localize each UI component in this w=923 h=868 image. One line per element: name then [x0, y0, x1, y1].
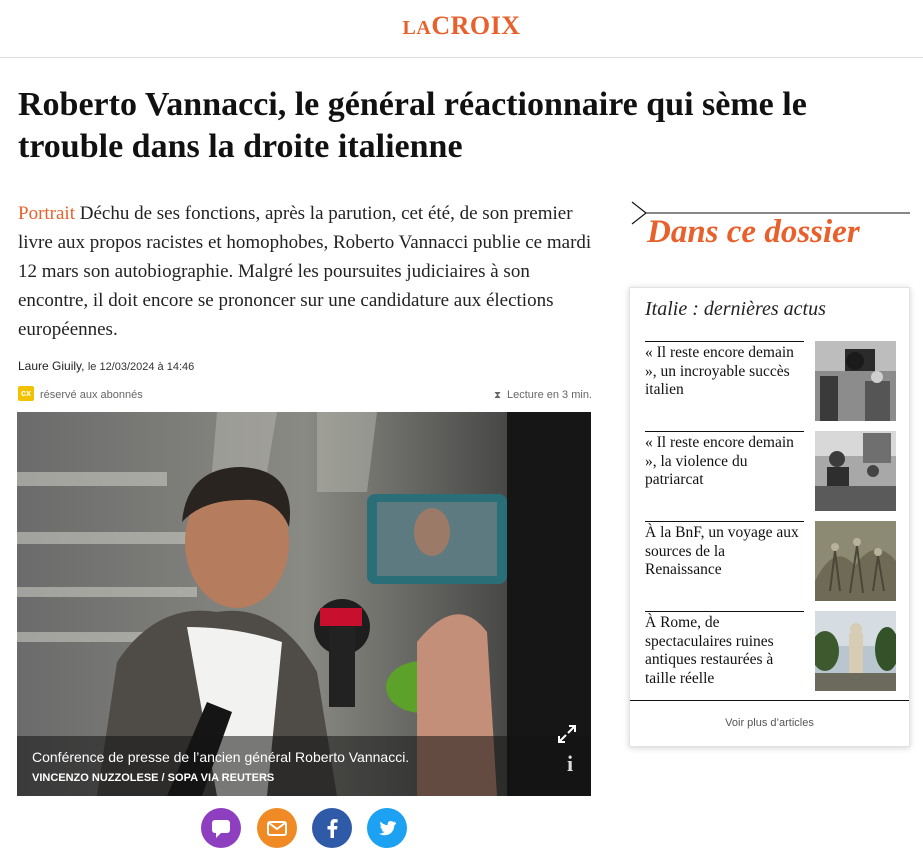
related-articles-card: Italie : dernières actus « Il reste enco… [629, 287, 910, 747]
related-item-title[interactable]: À Rome, de spectaculaires ruines antique… [645, 614, 804, 688]
photo-caption: Conférence de presse de l’ancien général… [32, 749, 410, 765]
related-item[interactable]: À Rome, de spectaculaires ruines antique… [645, 611, 901, 691]
related-item-thumbnail[interactable] [815, 521, 896, 601]
caption-band [17, 736, 591, 796]
twitter-bird-icon [379, 821, 396, 836]
author-name[interactable]: Laure Giuily, [18, 359, 84, 373]
subscriber-badge-icon: cx [18, 386, 34, 401]
see-more-link[interactable]: Voir plus d’articles [630, 717, 909, 729]
related-item-thumbnail[interactable] [815, 341, 896, 421]
facebook-icon [327, 819, 338, 838]
item-divider [645, 341, 804, 342]
email-icon [267, 821, 287, 836]
article-meta: cx réservé aux abonnés ⧗ Lecture en 3 min… [18, 386, 592, 404]
related-item[interactable]: À la BnF, un voyage aux sources de la Re… [645, 521, 901, 601]
la-croix-logo[interactable]: LACROIX [0, 11, 923, 41]
related-item[interactable]: « Il reste encore demain », la violence … [645, 431, 901, 511]
related-item-thumbnail[interactable] [815, 431, 896, 511]
publish-date: le 12/03/2024 à 14:46 [87, 361, 195, 373]
email-share-button[interactable] [257, 808, 297, 848]
comment-icon [212, 820, 230, 838]
facebook-share-button[interactable] [312, 808, 352, 848]
article-title: Roberto Vannacci, le général réactionnai… [18, 86, 807, 165]
lead-text: Déchu de ses fonctions, après la parutio… [18, 203, 592, 340]
site-header: LACROIX [0, 0, 923, 58]
dossier-title: Dans ce dossier [647, 214, 860, 250]
related-item-thumbnail[interactable] [815, 611, 896, 691]
related-item[interactable]: « Il reste encore demain », un incroyabl… [645, 341, 901, 421]
related-item-title[interactable]: À la BnF, un voyage aux sources de la Re… [645, 524, 804, 580]
hourglass-icon: ⧗ [493, 390, 501, 401]
item-divider [645, 431, 804, 432]
photo-credit: VINCENZO NUZZOLESE / SOPA VIA REUTERS [32, 772, 275, 784]
twitter-share-button[interactable] [367, 808, 407, 848]
card-title[interactable]: Italie : dernières actus [645, 298, 826, 321]
article-photo[interactable]: Conférence de presse de l’ancien général… [17, 412, 591, 796]
related-item-title[interactable]: « Il reste encore demain », la violence … [645, 434, 804, 490]
article-lead: Portrait Déchu de ses fonctions, après l… [18, 199, 593, 344]
subscriber-label: réservé aux abonnés [40, 389, 143, 401]
article-kicker[interactable]: Portrait [18, 203, 75, 224]
expand-icon[interactable] [557, 724, 577, 744]
reading-time: ⧗ Lecture en 3 min. [493, 389, 592, 401]
item-divider [645, 611, 804, 612]
related-item-title[interactable]: « Il reste encore demain », un incroyabl… [645, 344, 804, 400]
dossier-header: Dans ce dossier [629, 200, 910, 260]
item-divider [645, 521, 804, 522]
card-footer-divider [630, 700, 909, 701]
comment-button[interactable] [201, 808, 241, 848]
byline: Laure Giuily, le 12/03/2024 à 14:46 [18, 359, 194, 373]
info-icon[interactable]: i [559, 752, 581, 776]
